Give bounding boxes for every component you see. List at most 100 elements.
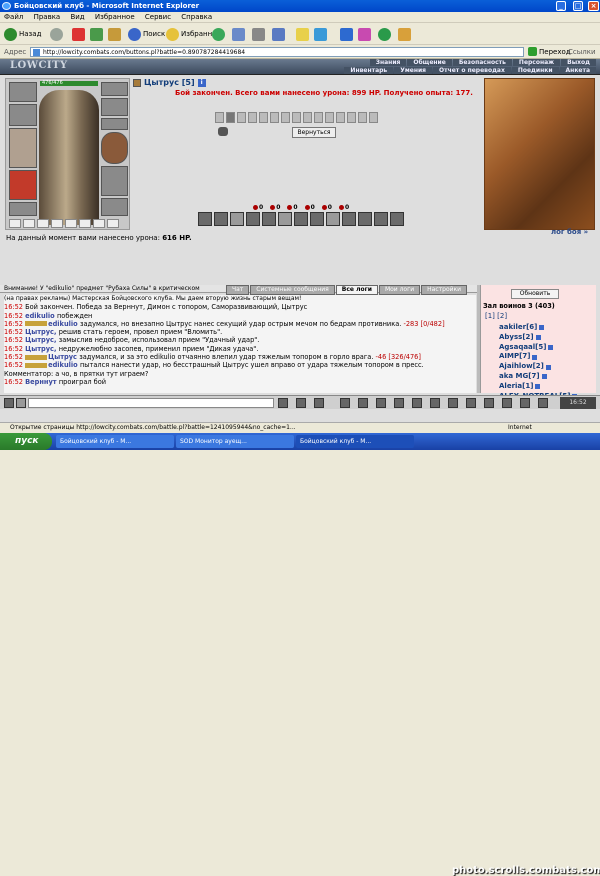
links-button[interactable]: Ссылки [568, 48, 596, 56]
nav-exit[interactable]: Выход [561, 59, 596, 66]
chat-menu-icon[interactable] [4, 398, 14, 408]
player-name[interactable]: Agsaqaal[5] [499, 343, 546, 353]
player-name[interactable]: aka MG[7] [499, 372, 540, 382]
online-player[interactable]: Ajaihlow[2] [499, 362, 577, 372]
forward-button[interactable] [50, 26, 63, 42]
search-button[interactable]: Поиск [128, 26, 165, 42]
small-slot[interactable] [79, 219, 91, 228]
tab-all-logs[interactable]: Все логи [335, 285, 378, 295]
scroll-icon[interactable] [466, 398, 476, 408]
gloves-slot[interactable] [101, 98, 128, 116]
nav-security[interactable]: Безопасность [452, 59, 512, 66]
info-icon[interactable]: i [197, 78, 206, 87]
skill-icon[interactable] [310, 212, 324, 226]
smile-icon[interactable] [16, 398, 26, 408]
chat-player[interactable]: edikulio [48, 361, 80, 369]
tool-button[interactable] [358, 26, 371, 42]
notes-button[interactable] [296, 26, 309, 42]
player-info-icon[interactable] [535, 384, 541, 390]
chat-player[interactable]: edikulio [25, 312, 57, 320]
small-slot[interactable] [107, 219, 119, 228]
nav-inventory[interactable]: Инвентарь [344, 67, 394, 74]
player-name[interactable]: Aleria[1] [499, 382, 533, 392]
return-button[interactable]: Вернуться [292, 127, 336, 138]
menu-edit[interactable]: Правка [30, 12, 65, 22]
menu-help[interactable]: Справка [177, 12, 216, 22]
player-name[interactable]: Abyss[2] [499, 333, 534, 343]
skill-icon[interactable] [214, 212, 228, 226]
menu-view[interactable]: Вид [66, 12, 88, 22]
clear-icon[interactable] [296, 398, 306, 408]
task-item[interactable]: SOD Монитор ауещ... [176, 435, 294, 448]
weapon-slot[interactable] [9, 128, 37, 168]
tab-settings[interactable]: Настройки [421, 285, 468, 295]
addon-button[interactable] [378, 26, 391, 42]
start-button[interactable]: пуск [0, 433, 52, 450]
gear-icon[interactable] [520, 398, 530, 408]
task-item[interactable]: Бойцовский клуб - М... [296, 435, 414, 448]
nav-communication[interactable]: Общение [407, 59, 452, 66]
send-icon[interactable] [278, 398, 288, 408]
sword-icon[interactable] [430, 398, 440, 408]
chat-player[interactable]: Цытрус, [25, 345, 59, 353]
tab-system[interactable]: Системные сообщения [250, 285, 335, 295]
translit-icon[interactable] [340, 398, 350, 408]
back-button[interactable]: Назад [4, 26, 41, 42]
nav-knowledge[interactable]: Знания [369, 59, 407, 66]
small-slot[interactable] [9, 219, 21, 228]
helmet-slot[interactable] [9, 82, 37, 102]
bag-icon[interactable] [448, 398, 458, 408]
player-info-icon[interactable] [541, 374, 547, 380]
online-player[interactable]: AIMP[7] [499, 352, 577, 362]
player-name[interactable]: AIMP[7] [499, 352, 530, 362]
boots-slot[interactable] [101, 198, 128, 216]
small-slot[interactable] [93, 219, 105, 228]
close-button[interactable]: × [588, 1, 599, 11]
refresh-button[interactable] [90, 26, 103, 42]
skill-icon[interactable] [342, 212, 356, 226]
tab-my-logs[interactable]: Мои логи [378, 285, 421, 295]
earrings-slot[interactable] [101, 82, 128, 96]
go-button[interactable]: Переход [528, 47, 571, 56]
nav-skills[interactable]: Умения [394, 67, 433, 74]
belt-slot[interactable] [9, 202, 37, 216]
online-player[interactable]: Agsaqaal[5] [499, 343, 577, 353]
maximize-button[interactable]: □ [573, 1, 583, 11]
exit-icon[interactable] [538, 398, 548, 408]
edit-button[interactable] [272, 26, 285, 42]
trade-icon[interactable] [484, 398, 494, 408]
online-player[interactable]: Abyss[2] [499, 333, 577, 343]
online-pages[interactable]: [1] [2] [485, 312, 507, 320]
ring-slot[interactable] [101, 118, 128, 130]
chat-player[interactable]: edikulio [48, 320, 80, 328]
menu-tools[interactable]: Сервис [141, 12, 175, 22]
small-slot[interactable] [37, 219, 49, 228]
update-button[interactable]: Обновить [511, 289, 559, 299]
chat-player[interactable]: Цытрус, [25, 328, 59, 336]
chat-input[interactable] [28, 398, 274, 408]
battle-log-link[interactable]: лог боя » [551, 228, 588, 236]
small-slot[interactable] [23, 219, 35, 228]
skill-icon[interactable] [374, 212, 388, 226]
skill-icon[interactable] [278, 212, 292, 226]
media-button[interactable] [212, 26, 225, 42]
player-info-icon[interactable] [548, 344, 554, 350]
tab-chat[interactable]: Чат [226, 285, 250, 295]
chat-player[interactable]: Цытрус, [25, 336, 59, 344]
online-player[interactable]: Aleria[1] [499, 382, 577, 392]
nav-transfers[interactable]: Отчет о переводах [433, 67, 511, 74]
online-player[interactable]: aka MG[7] [499, 372, 577, 382]
skill-icon[interactable] [294, 212, 308, 226]
refresh-chat-icon[interactable] [314, 398, 324, 408]
online-player[interactable]: aakiler[6] [499, 323, 577, 333]
small-slot[interactable] [65, 219, 77, 228]
stop-button[interactable] [72, 26, 85, 42]
nav-character[interactable]: Персонаж [512, 59, 561, 66]
leggings-slot[interactable] [101, 166, 128, 196]
skill-icon[interactable] [390, 212, 404, 226]
skill-icon[interactable] [246, 212, 260, 226]
skill-icon[interactable] [358, 212, 372, 226]
player-info-icon[interactable] [535, 335, 541, 341]
player-info-icon[interactable] [545, 364, 551, 370]
minimize-button[interactable]: _ [556, 1, 566, 11]
